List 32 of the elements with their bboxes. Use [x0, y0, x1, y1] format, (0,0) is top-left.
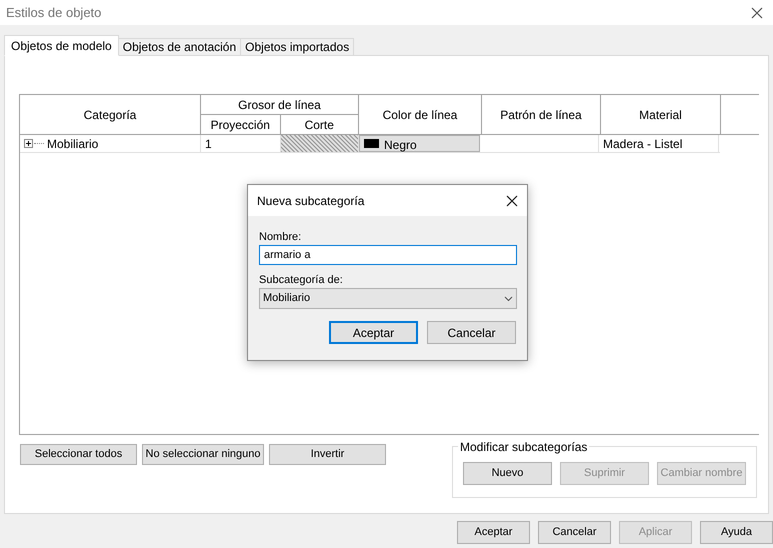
color-button[interactable]: Negro — [359, 135, 480, 152]
name-field[interactable]: armario a — [259, 245, 517, 265]
column-header: Categoría — [20, 95, 201, 134]
button[interactable]: Invertir — [269, 444, 386, 465]
button[interactable]: No seleccionar ninguno — [142, 444, 264, 465]
column-header: Material — [601, 95, 721, 134]
window-title: Estilos de objeto — [6, 4, 102, 22]
column-header: Grosor de línea — [201, 95, 358, 115]
tab[interactable]: Objetos de modelo — [4, 35, 119, 56]
table-cell-text: Mobiliario — [46, 136, 98, 152]
column-header: Proyección — [201, 115, 280, 134]
parent-dropdown[interactable]: Mobiliario — [259, 288, 517, 309]
column-header: Color de línea — [359, 95, 482, 134]
dialog-title: Nueva subcategoría — [257, 192, 364, 210]
table-cell: Madera - Listel — [599, 135, 719, 152]
button[interactable]: Ayuda — [700, 521, 773, 544]
column-header: Patrón de línea — [482, 95, 601, 134]
expand-toggle[interactable] — [24, 139, 33, 148]
column-header: Corte — [304, 116, 335, 134]
chevron-down-icon — [504, 296, 513, 302]
button[interactable]: Cancelar — [427, 321, 516, 344]
close-icon[interactable] — [506, 194, 518, 206]
field-label: Nombre: — [259, 230, 302, 245]
button[interactable]: Aceptar — [329, 321, 418, 344]
close-icon[interactable] — [751, 6, 763, 18]
tab[interactable]: Objetos de anotación — [118, 38, 242, 56]
button[interactable]: Aceptar — [457, 521, 530, 544]
button[interactable]: Cancelar — [538, 521, 611, 544]
tab[interactable]: Objetos importados — [240, 38, 354, 56]
button[interactable]: Nuevo — [463, 462, 552, 485]
button[interactable]: Seleccionar todos — [20, 444, 137, 465]
field-label: Subcategoría de: — [259, 273, 344, 288]
